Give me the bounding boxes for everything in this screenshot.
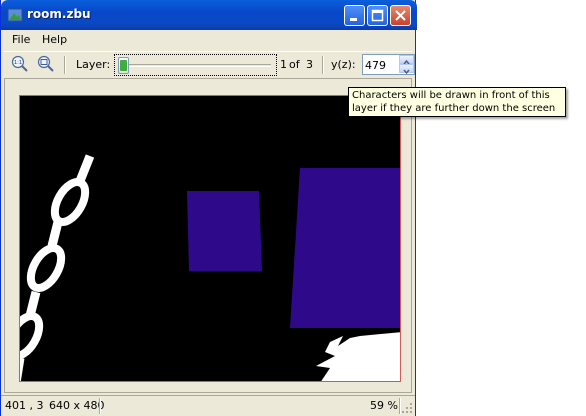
layer-of: of bbox=[289, 58, 300, 71]
layer-total: 3 bbox=[306, 58, 313, 71]
close-icon bbox=[395, 10, 406, 21]
zoom-fit-icon[interactable] bbox=[37, 55, 55, 73]
menu-bar: File Help bbox=[4, 30, 412, 50]
layer-current: 1 bbox=[280, 58, 287, 71]
minimize-button[interactable] bbox=[344, 5, 365, 26]
room-layer-image bbox=[20, 96, 400, 381]
toolbar: 1:1 Layer: 1 of 3 y(z): bbox=[4, 51, 415, 77]
layer-label: Layer: bbox=[76, 58, 111, 71]
status-size: 640 x 480 bbox=[49, 399, 105, 412]
toolbar-separator bbox=[322, 56, 324, 74]
toolbar-separator bbox=[64, 56, 66, 74]
svg-text:1:1: 1:1 bbox=[14, 60, 22, 66]
status-separator bbox=[99, 398, 101, 414]
spin-down-button[interactable] bbox=[399, 64, 414, 75]
minimize-icon bbox=[350, 18, 357, 21]
maximize-icon bbox=[371, 9, 384, 22]
slider-thumb[interactable] bbox=[118, 57, 129, 74]
window-title: room.zbu bbox=[27, 7, 91, 21]
maximize-button[interactable] bbox=[367, 5, 388, 26]
main-window: room.zbu File Help 1:1 Layer: 1 of 3 y(z… bbox=[0, 0, 417, 416]
canvas-viewport[interactable] bbox=[4, 78, 412, 393]
yz-input[interactable] bbox=[365, 58, 399, 72]
yz-spinner[interactable] bbox=[362, 54, 415, 75]
resize-grip-icon[interactable] bbox=[401, 402, 413, 414]
menu-file[interactable]: File bbox=[12, 33, 30, 46]
chevron-down-icon bbox=[403, 69, 410, 75]
close-button[interactable] bbox=[390, 5, 411, 26]
app-icon bbox=[7, 8, 23, 22]
status-bar: 401 , 3 640 x 480 59 % bbox=[1, 395, 415, 416]
room-canvas[interactable] bbox=[19, 95, 401, 382]
zoom-actual-size-icon[interactable]: 1:1 bbox=[11, 55, 29, 73]
yz-label: y(z): bbox=[331, 58, 356, 71]
layer-slider[interactable] bbox=[114, 54, 277, 76]
slider-track bbox=[121, 64, 271, 67]
title-bar[interactable]: room.zbu bbox=[1, 0, 417, 30]
menu-help[interactable]: Help bbox=[42, 33, 67, 46]
status-zoom: 59 % bbox=[370, 399, 398, 412]
yz-tooltip: Characters will be drawn in front of thi… bbox=[348, 87, 566, 127]
status-coords: 401 , 3 bbox=[5, 399, 44, 412]
spin-up-button[interactable] bbox=[399, 55, 414, 65]
